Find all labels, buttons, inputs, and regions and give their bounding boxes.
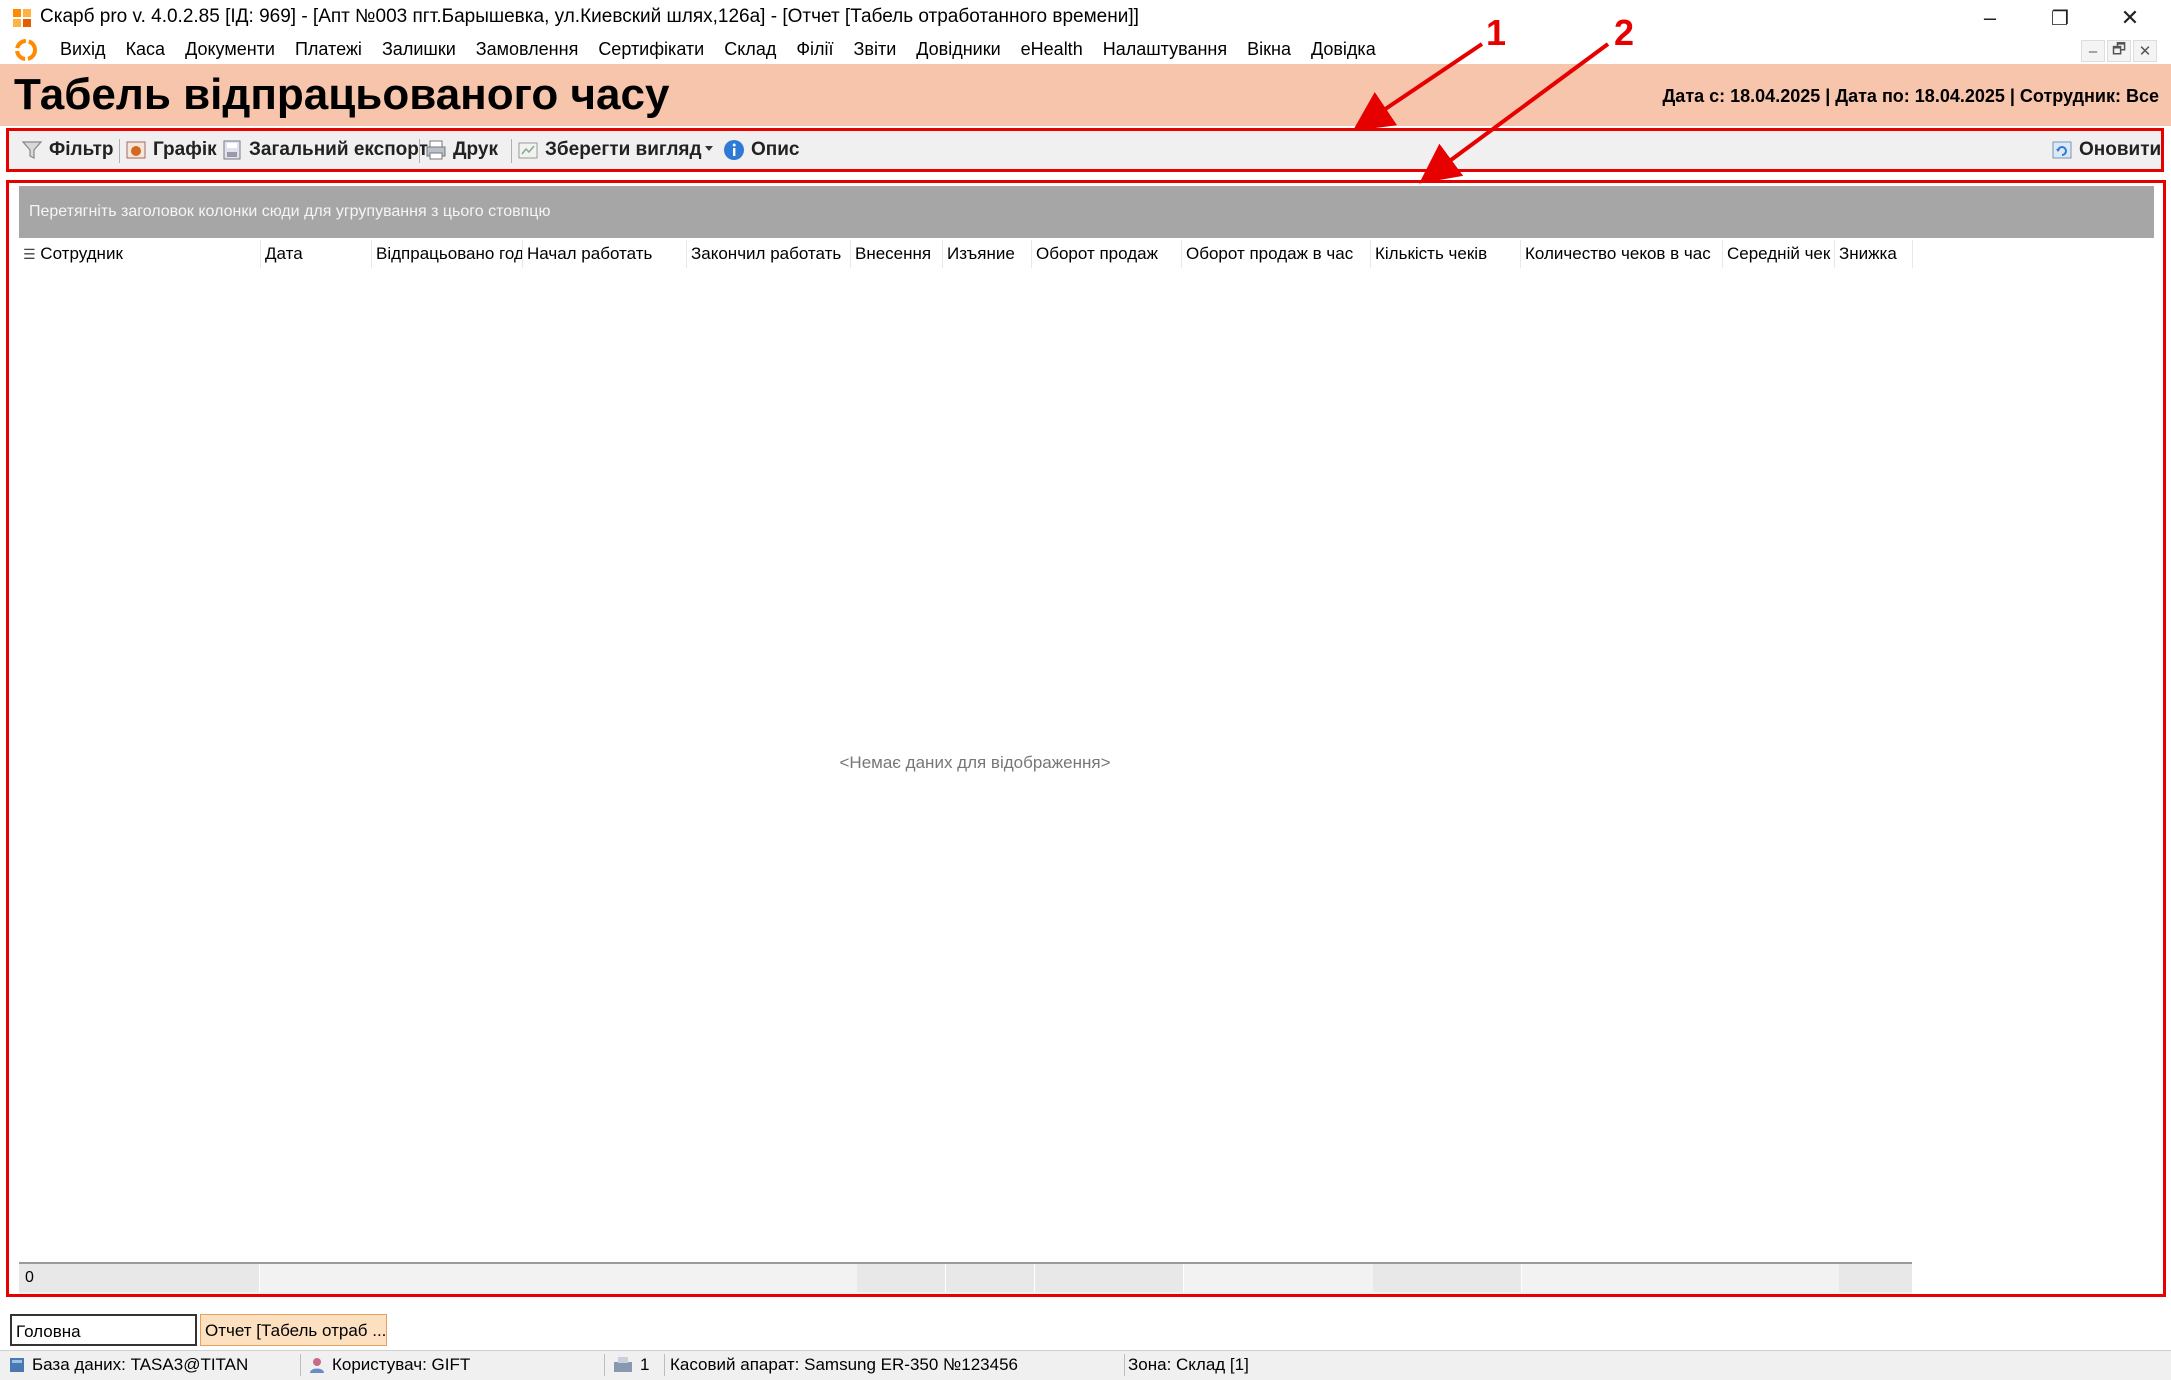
tab-report[interactable]: Отчет [Табель отраб ... bbox=[200, 1314, 387, 1346]
column-header-start-time[interactable]: Начал работать bbox=[523, 240, 687, 268]
filter-button[interactable]: Фільтр bbox=[21, 131, 114, 169]
cash-register-icon bbox=[614, 1357, 632, 1372]
footer-cell bbox=[19, 1264, 260, 1292]
filter-icon bbox=[21, 141, 43, 159]
menu-filii[interactable]: Філії bbox=[786, 38, 843, 60]
report-parameters: Дата с: 18.04.2025 | Дата по: 18.04.2025… bbox=[1662, 86, 2159, 106]
print-label: Друк bbox=[453, 139, 498, 160]
summary-footer-row bbox=[19, 1262, 1913, 1294]
mdi-restore-button[interactable]: 🗗 bbox=[2107, 40, 2131, 62]
description-button[interactable]: Опис bbox=[723, 131, 800, 169]
save-view-dropdown-icon[interactable] bbox=[702, 141, 716, 155]
callout-1: 1 bbox=[1486, 12, 1507, 53]
menu-items: Вихід Каса Документи Платежі Залишки Зам… bbox=[50, 38, 1386, 60]
column-header-average-check[interactable]: Середній чек bbox=[1723, 240, 1835, 268]
column-header-withdrawal[interactable]: Изъяние bbox=[943, 240, 1032, 268]
column-header-receipts-per-hour[interactable]: Количество чеков в час bbox=[1521, 240, 1723, 268]
save-view-icon bbox=[518, 142, 538, 159]
column-header-discount[interactable]: Знижка bbox=[1835, 240, 1913, 268]
app-logo-icon bbox=[13, 9, 31, 27]
save-view-label: Зберегти вигляд bbox=[545, 139, 702, 160]
toolbar: Фільтр Графік Загальний експорт Друк Збе… bbox=[6, 128, 2164, 172]
status-cash-register: Касовий апарат: Samsung ER-350 №123456 bbox=[670, 1355, 1019, 1374]
status-count-label: 1 bbox=[640, 1355, 650, 1374]
footer-cell bbox=[857, 1264, 946, 1292]
footer-cell bbox=[1839, 1264, 1913, 1292]
status-register-count: 1 bbox=[612, 1355, 649, 1375]
menu-dovidka[interactable]: Довідка bbox=[1301, 38, 1386, 60]
page-title: Табель відпрацьованого часу bbox=[14, 70, 670, 119]
restore-button[interactable]: ❐ bbox=[2025, 0, 2095, 36]
menu-sklad[interactable]: Склад bbox=[714, 38, 786, 60]
chart-button[interactable]: Графік bbox=[125, 131, 217, 169]
menu-zamovlennia[interactable]: Замовлення bbox=[466, 38, 589, 60]
column-header-label: Сотрудник bbox=[40, 244, 123, 263]
toolbar-separator bbox=[419, 139, 420, 163]
database-icon bbox=[10, 1358, 24, 1372]
column-header-hours-worked[interactable]: Відпрацьовано год bbox=[372, 240, 523, 268]
column-header-date[interactable]: Дата bbox=[261, 240, 372, 268]
menu-ehealth[interactable]: eHealth bbox=[1011, 38, 1093, 60]
tab-home[interactable]: Головна bbox=[10, 1314, 197, 1346]
status-database-label: База даних: TASA3@TITAN bbox=[32, 1355, 249, 1374]
menu-dovidnyky[interactable]: Довідники bbox=[906, 38, 1010, 60]
footer-cell bbox=[1373, 1264, 1522, 1292]
menu-vikna[interactable]: Вікна bbox=[1237, 38, 1301, 60]
export-label: Загальний експорт bbox=[249, 139, 428, 160]
status-separator bbox=[1124, 1354, 1125, 1376]
column-header-sales-turnover[interactable]: Оборот продаж bbox=[1032, 240, 1182, 268]
empty-grid-message: <Немає даних для відображення> bbox=[839, 753, 1111, 772]
status-user: Користувач: GIFT bbox=[308, 1355, 470, 1375]
menu-kasa[interactable]: Каса bbox=[116, 38, 176, 60]
status-user-label: Користувач: GIFT bbox=[332, 1355, 471, 1374]
save-view-button[interactable]: Зберегти вигляд bbox=[517, 131, 702, 169]
column-header-receipt-count[interactable]: Кількість чеків bbox=[1371, 240, 1521, 268]
menu-nalashtuvannia[interactable]: Налаштування bbox=[1093, 38, 1237, 60]
printer-icon bbox=[426, 140, 446, 160]
group-by-hint: Перетягніть заголовок колонки сюди для у… bbox=[29, 203, 551, 220]
toolbar-separator bbox=[511, 139, 512, 163]
minimize-button[interactable]: – bbox=[1955, 0, 2025, 36]
close-button[interactable]: ✕ bbox=[2095, 0, 2165, 36]
menu-dokumenty[interactable]: Документи bbox=[175, 38, 285, 60]
chart-label: Графік bbox=[153, 139, 217, 160]
callout-2: 2 bbox=[1614, 12, 1635, 53]
toolbar-separator bbox=[119, 139, 120, 163]
refresh-icon bbox=[2052, 141, 2072, 159]
menu-logo-icon[interactable] bbox=[14, 38, 38, 62]
column-chooser-icon[interactable]: ☰ bbox=[23, 246, 36, 262]
footer-cell bbox=[946, 1264, 1035, 1292]
data-grid bbox=[6, 180, 2166, 1297]
column-header-sales-per-hour[interactable]: Оборот продаж в час bbox=[1182, 240, 1371, 268]
footer-cell bbox=[1035, 1264, 1184, 1292]
status-separator bbox=[604, 1354, 605, 1376]
refresh-label: Оновити bbox=[2079, 139, 2162, 160]
refresh-button[interactable]: Оновити bbox=[2051, 131, 2161, 169]
window-title: Скарб pro v. 4.0.2.85 [ІД: 969] - [Апт №… bbox=[40, 6, 1139, 27]
status-zone: Зона: Склад [1] bbox=[1128, 1355, 1249, 1374]
status-separator bbox=[664, 1354, 665, 1376]
menu-platezhi[interactable]: Платежі bbox=[285, 38, 372, 60]
chart-icon bbox=[126, 141, 146, 159]
column-headers: ☰ Сотрудник Дата Відпрацьовано год Начал… bbox=[19, 240, 1919, 268]
footer-record-count: 0 bbox=[25, 1269, 34, 1286]
info-icon bbox=[724, 140, 744, 160]
export-button[interactable]: Загальний експорт bbox=[221, 131, 428, 169]
status-separator bbox=[300, 1354, 301, 1376]
filter-label: Фільтр bbox=[49, 139, 114, 160]
mdi-minimize-button[interactable]: – bbox=[2081, 40, 2105, 62]
column-header-employee[interactable]: ☰ Сотрудник bbox=[19, 240, 261, 268]
menu-zalyshky[interactable]: Залишки bbox=[372, 38, 466, 60]
status-database: База даних: TASA3@TITAN bbox=[8, 1355, 248, 1375]
description-label: Опис bbox=[751, 139, 800, 160]
column-header-deposit[interactable]: Внесення bbox=[851, 240, 943, 268]
print-button[interactable]: Друк bbox=[425, 131, 498, 169]
column-header-end-time[interactable]: Закончил работать bbox=[687, 240, 851, 268]
user-icon bbox=[310, 1358, 324, 1373]
export-icon bbox=[223, 140, 241, 160]
menu-vykhid[interactable]: Вихід bbox=[50, 38, 116, 60]
mdi-close-button[interactable]: ✕ bbox=[2133, 40, 2157, 62]
menu-zvity[interactable]: Звіти bbox=[844, 38, 907, 60]
menu-sertyfikaty[interactable]: Сертифікати bbox=[588, 38, 714, 60]
